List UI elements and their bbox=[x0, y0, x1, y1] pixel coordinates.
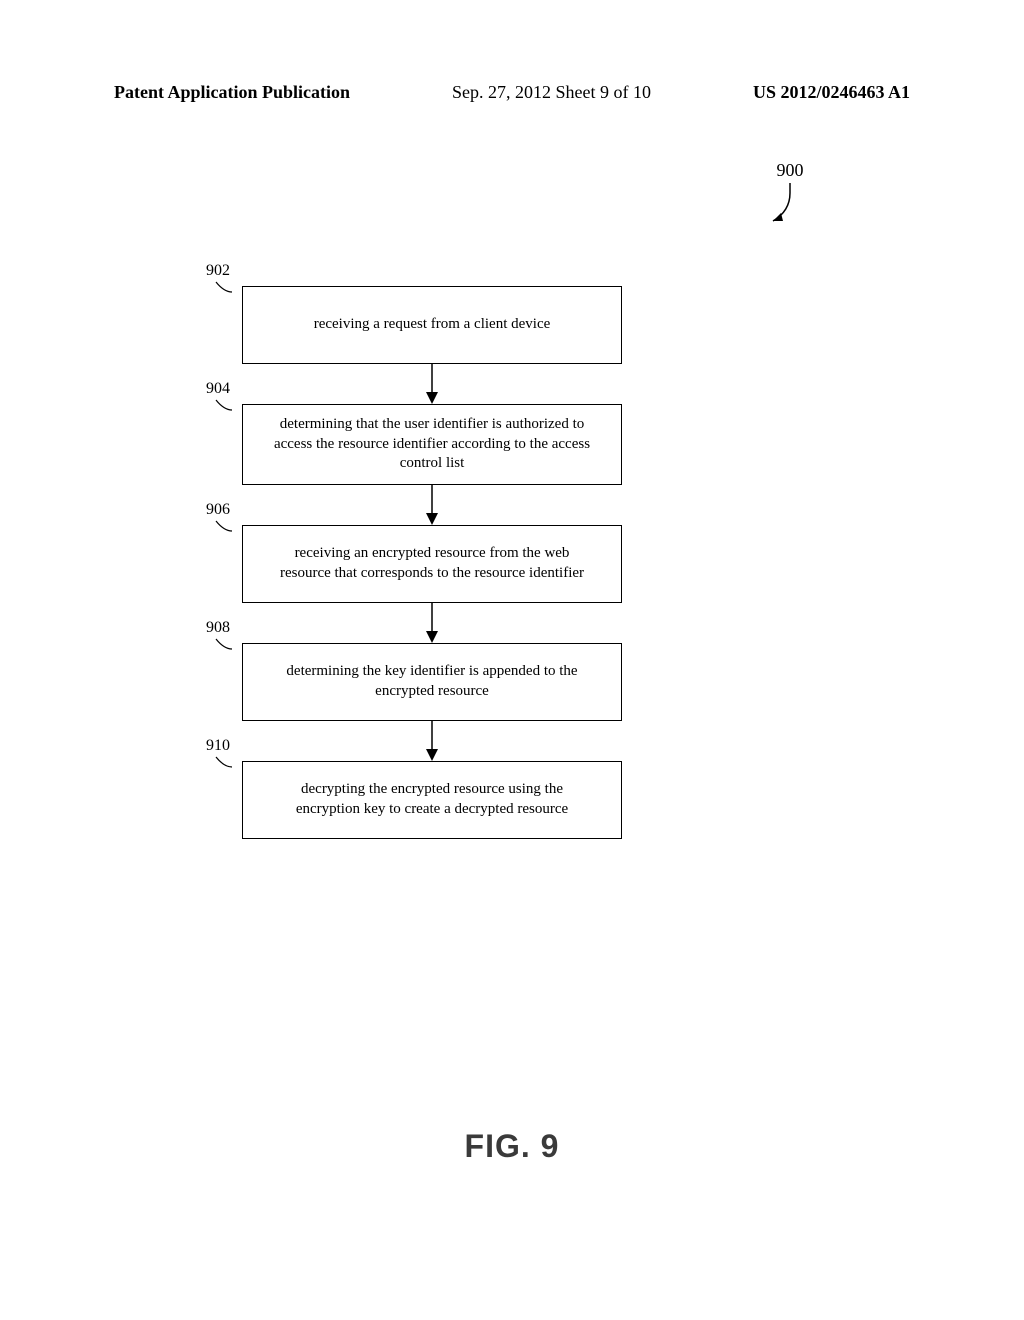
step-908: 908 determining the key identifier is ap… bbox=[242, 643, 622, 721]
header-doc-number: US 2012/0246463 A1 bbox=[753, 82, 910, 103]
figure-title: FIG. 9 bbox=[0, 1130, 1024, 1162]
down-arrow-icon bbox=[422, 485, 442, 525]
ref-tick-icon bbox=[214, 519, 234, 533]
step-box-906: receiving an encrypted resource from the… bbox=[242, 525, 622, 603]
ref-tick-icon bbox=[214, 280, 234, 294]
step-ref-908: 908 bbox=[206, 619, 230, 637]
step-box-902: receiving a request from a client device bbox=[242, 286, 622, 364]
down-arrow-icon bbox=[422, 603, 442, 643]
ref-tick-icon bbox=[214, 637, 234, 651]
patent-page: Patent Application Publication Sep. 27, … bbox=[0, 0, 1024, 1320]
step-906: 906 receiving an encrypted resource from… bbox=[242, 525, 622, 603]
page-header: Patent Application Publication Sep. 27, … bbox=[114, 82, 910, 103]
curve-arrow-icon bbox=[765, 181, 815, 225]
header-sheet-info: Sep. 27, 2012 Sheet 9 of 10 bbox=[452, 82, 651, 103]
step-910: 910 decrypting the encrypted resource us… bbox=[242, 761, 622, 839]
header-publication: Patent Application Publication bbox=[114, 82, 350, 103]
ref-tick-icon bbox=[214, 755, 234, 769]
step-904: 904 determining that the user identifier… bbox=[242, 404, 622, 485]
step-box-908: determining the key identifier is append… bbox=[242, 643, 622, 721]
down-arrow-icon bbox=[422, 721, 442, 761]
step-902: 902 receiving a request from a client de… bbox=[242, 286, 622, 364]
ref-tick-icon bbox=[214, 398, 234, 412]
step-ref-904: 904 bbox=[206, 380, 230, 398]
flowchart: 902 receiving a request from a client de… bbox=[242, 286, 622, 839]
down-arrow-icon bbox=[422, 364, 442, 404]
step-ref-902: 902 bbox=[206, 262, 230, 280]
arrow-908-910 bbox=[242, 721, 622, 761]
arrow-906-908 bbox=[242, 603, 622, 643]
step-box-910: decrypting the encrypted resource using … bbox=[242, 761, 622, 839]
step-box-904: determining that the user identifier is … bbox=[242, 404, 622, 485]
figure-reference-900: 900 bbox=[750, 160, 830, 225]
step-ref-910: 910 bbox=[206, 737, 230, 755]
arrow-904-906 bbox=[242, 485, 622, 525]
step-ref-906: 906 bbox=[206, 501, 230, 519]
arrow-902-904 bbox=[242, 364, 622, 404]
figure-reference-label: 900 bbox=[777, 160, 804, 180]
